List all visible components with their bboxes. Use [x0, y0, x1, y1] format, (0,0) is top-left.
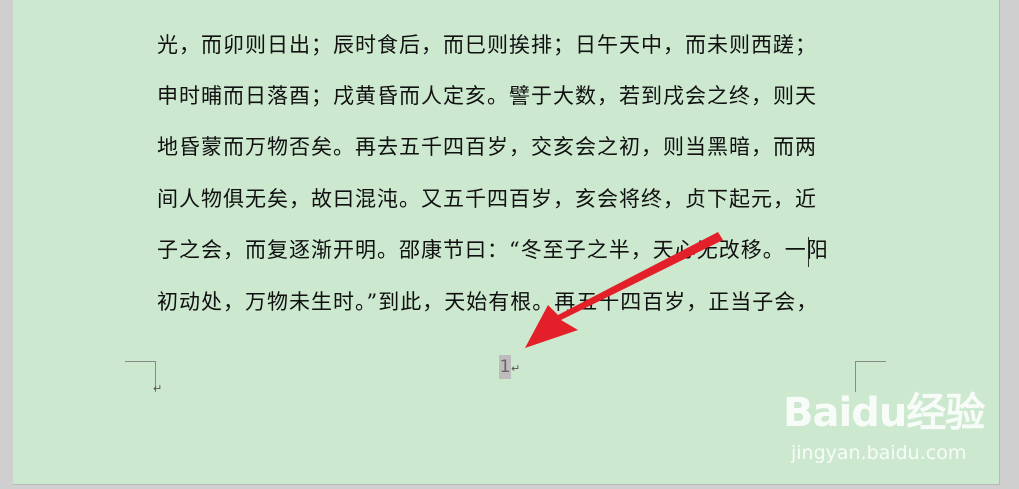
baidu-jingyan-watermark-logo: Baidu经验 [783, 380, 985, 438]
watermark-url: jingyan.baidu.com [791, 442, 967, 464]
document-page[interactable]: 光，而卯则日出；辰时食后，而巳则挨排；日午天中，而未则西蹉； 申时晡而日落酉；戌… [13, 0, 1000, 485]
watermark-logo-text: Baidu经验 [783, 390, 985, 436]
